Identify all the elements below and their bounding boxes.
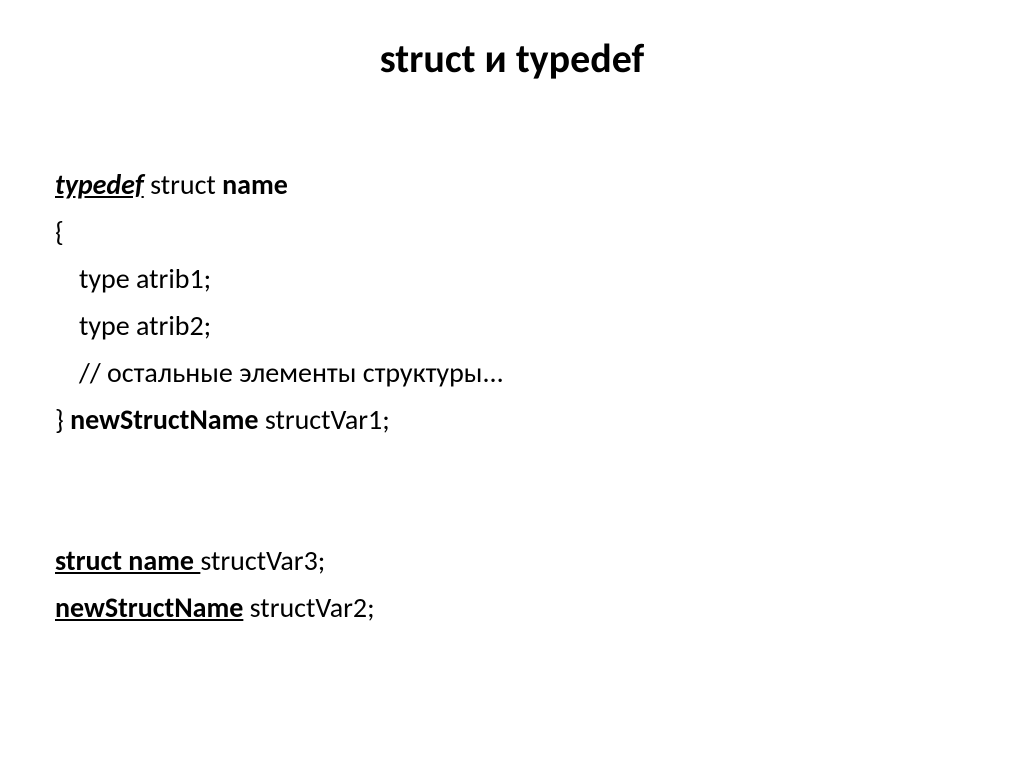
new-struct-name-decl: newStructName — [55, 590, 243, 625]
code-line-6: } newStructName structVar1; — [55, 396, 969, 443]
var1: structVar1; — [258, 402, 389, 437]
slide: struct и typedef typedef struct name { t… — [0, 0, 1024, 767]
code-line-7: struct name structVar3; — [55, 537, 969, 584]
code-line-1: typedef struct name — [55, 161, 969, 208]
kw-name: name — [222, 167, 288, 202]
code-line-3: type atrib1; — [55, 255, 969, 302]
page-title: struct и typedef — [55, 34, 969, 83]
new-struct-name: newStructName — [70, 402, 258, 437]
spacer — [55, 443, 969, 537]
close-brace: } — [55, 402, 70, 437]
code-line-8: newStructName structVar2; — [55, 584, 969, 631]
code-line-5: // остальные элементы структуры... — [55, 349, 969, 396]
code-block: typedef struct name { type atrib1; type … — [55, 161, 969, 631]
code-line-2: { — [55, 208, 969, 255]
kw-typedef: typedef — [55, 167, 144, 202]
struct-name-decl: struct name — [55, 543, 200, 578]
var2: structVar2; — [243, 590, 374, 625]
kw-struct: struct — [144, 167, 222, 202]
var3: structVar3; — [200, 543, 325, 578]
code-line-4: type atrib2; — [55, 302, 969, 349]
